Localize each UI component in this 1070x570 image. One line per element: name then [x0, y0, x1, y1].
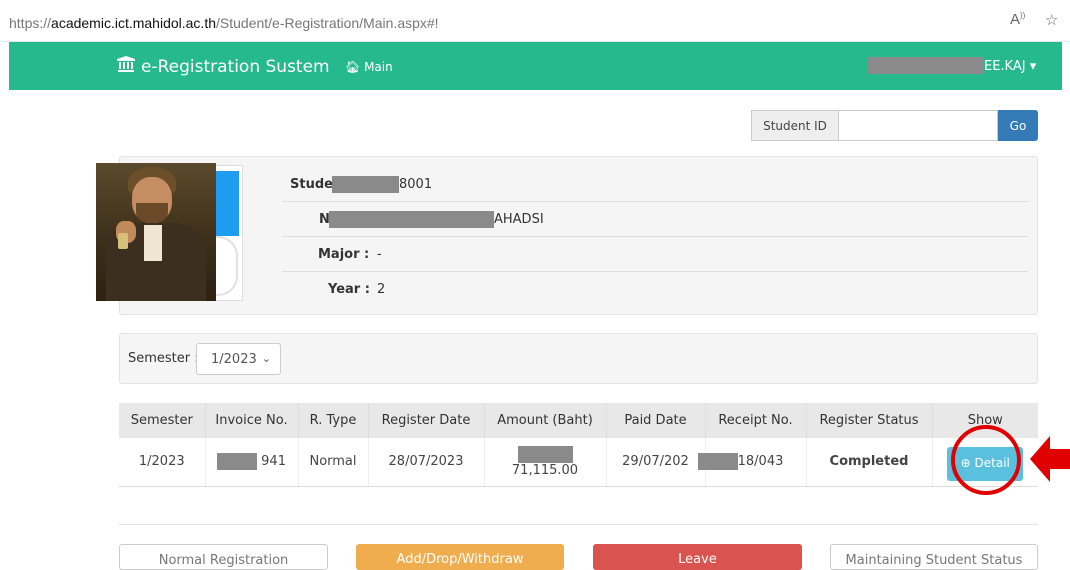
student-id-input[interactable]	[838, 110, 998, 141]
maintaining-status-button[interactable]: Maintaining Student Status	[830, 544, 1038, 570]
major-key: Major :	[318, 247, 370, 262]
highlight-circle	[951, 425, 1021, 495]
divider	[119, 524, 1038, 525]
bank-icon	[117, 56, 135, 77]
semester-selected: 1/2023	[211, 352, 257, 367]
student-id-search: Student ID Go	[751, 110, 1038, 141]
chevron-down-icon: ⌄	[261, 352, 271, 365]
add-drop-withdraw-button[interactable]: Add/Drop/Withdraw	[356, 544, 564, 570]
cell-semester: 1/2023	[119, 438, 206, 487]
year-value: 2	[377, 282, 386, 297]
semester-select[interactable]: 1/2023 ⌄	[196, 343, 281, 375]
cell-amount: 71,115.00	[484, 438, 607, 487]
meme-photo-overlay	[96, 163, 216, 301]
cell-rtype: Normal	[298, 438, 369, 487]
browser-address-bar[interactable]: https://academic.ict.mahidol.ac.th/Stude…	[0, 0, 1070, 42]
student-id-value: 8001	[399, 177, 433, 192]
table-header-row: Semester Invoice No. R. Type Register Da…	[119, 403, 1038, 438]
read-aloud-icon[interactable]: A))	[1010, 11, 1025, 28]
col-semester: Semester	[119, 403, 206, 438]
cell-paid-date: 29/07/202	[606, 438, 706, 487]
url-text[interactable]: https://academic.ict.mahidol.ac.th/Stude…	[9, 15, 439, 31]
cell-receipt: 18/043	[697, 438, 807, 487]
cell-register-date: 28/07/2023	[368, 438, 485, 487]
name-value: AHADSI	[494, 212, 544, 227]
cell-invoice: 941	[205, 438, 299, 487]
info-row-major: Major : -	[282, 237, 1028, 272]
highlight-arrow-icon	[1030, 436, 1070, 482]
col-rtype: R. Type	[298, 403, 369, 438]
top-navbar: e-Registration Sustem 🏠︎ Main EE.KAJ ▾	[9, 42, 1062, 90]
col-receipt: Receipt No.	[705, 403, 807, 438]
table-row: 1/2023 941 Normal 28/07/2023 71,115.00 2…	[119, 438, 1038, 487]
user-menu[interactable]: EE.KAJ ▾	[984, 59, 1036, 74]
info-row-year: Year : 2	[282, 272, 1028, 307]
nav-main-link[interactable]: 🏠︎ Main	[345, 60, 393, 74]
redaction-bar	[517, 445, 573, 463]
home-icon: 🏠︎	[345, 60, 361, 74]
cell-status: Completed	[806, 438, 933, 487]
redaction-bar	[697, 453, 738, 471]
col-register-date: Register Date	[368, 403, 485, 438]
col-amount: Amount (Baht)	[484, 403, 607, 438]
semester-label: Semester :	[128, 351, 199, 366]
info-row-student-id: Studer 8001	[282, 167, 1028, 202]
col-invoice: Invoice No.	[205, 403, 299, 438]
normal-registration-button[interactable]: Normal Registration	[119, 544, 328, 570]
major-value: -	[377, 247, 382, 262]
registration-table: Semester Invoice No. R. Type Register Da…	[119, 403, 1038, 487]
leave-button[interactable]: Leave	[593, 544, 802, 570]
redaction-bar	[867, 57, 984, 74]
go-button[interactable]: Go	[998, 110, 1038, 141]
student-photo	[198, 165, 243, 301]
nav-main-label: Main	[364, 60, 393, 74]
brand-title: e-Registration Sustem	[141, 57, 330, 77]
redaction-bar	[217, 453, 258, 471]
student-id-label: Student ID	[751, 110, 838, 141]
info-row-name: N AHADSI	[282, 202, 1028, 237]
col-paid-date: Paid Date	[606, 403, 706, 438]
year-key: Year :	[328, 282, 370, 297]
favorite-star-icon[interactable]: ☆	[1045, 11, 1058, 29]
col-status: Register Status	[806, 403, 933, 438]
redaction-bar	[332, 176, 399, 193]
brand[interactable]: e-Registration Sustem	[117, 56, 330, 77]
redaction-bar	[329, 211, 494, 228]
